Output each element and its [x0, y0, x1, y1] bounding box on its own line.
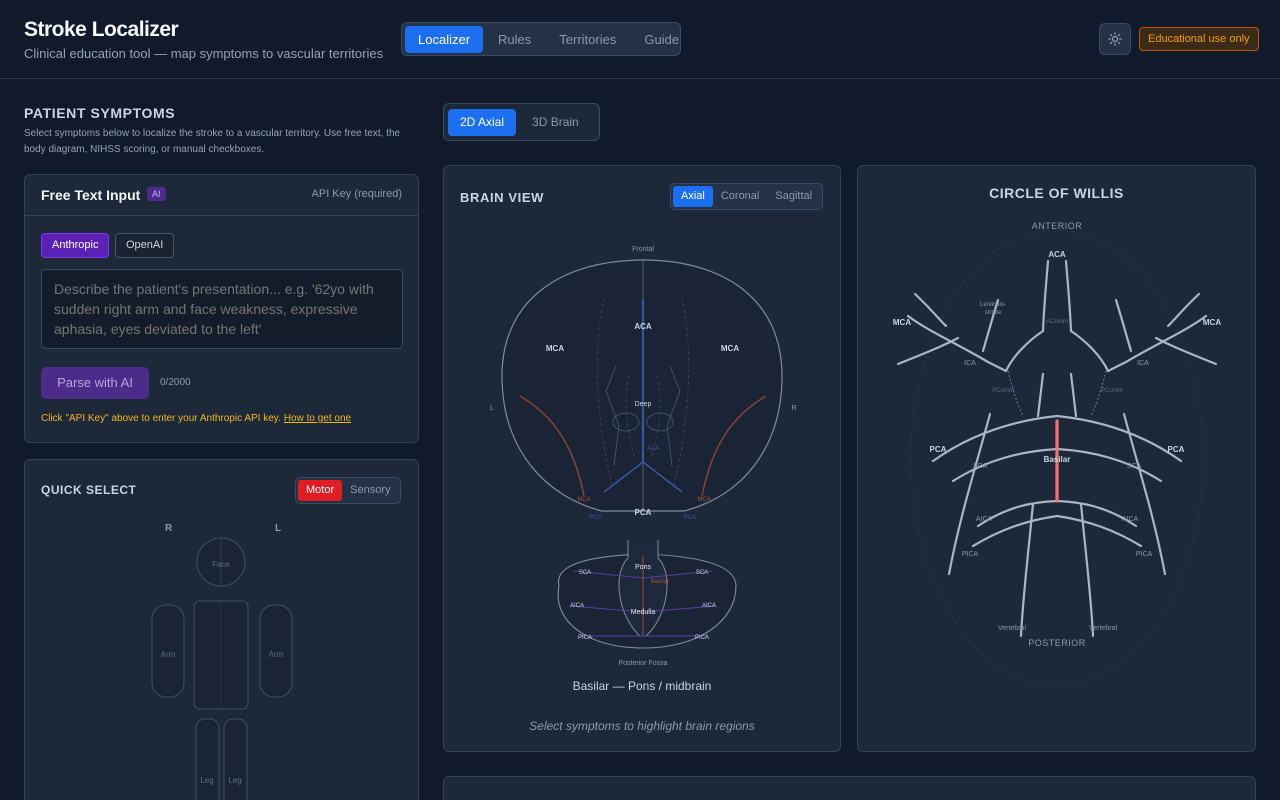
label-aca-small: ACA	[647, 446, 659, 452]
tab-localizer[interactable]: Localizer	[405, 25, 484, 53]
side-right-label: R	[165, 523, 173, 534]
brain-hint: Select symptoms to highlight brain regio…	[529, 719, 755, 733]
label-pons: Pons	[635, 564, 651, 571]
brain-caption: Basilar — Pons / midbrain	[572, 679, 712, 693]
willis-label-pcomm-left: PComm	[992, 388, 1014, 394]
sun-icon	[1108, 32, 1122, 46]
body-leg-right[interactable]	[195, 718, 220, 800]
view-mode-toggle: 2D Axial 3D Brain	[443, 103, 600, 141]
label-pica-left: PICA	[578, 635, 592, 641]
label-pca-small-right: PCA	[684, 515, 696, 521]
label-basilar: Basilar	[651, 579, 669, 585]
quick-select-card: QUICK SELECT Motor Sensory R L Face Arm …	[24, 459, 419, 800]
label-frontal: Frontal	[632, 246, 654, 253]
main-nav: Localizer Rules Territories Guide	[401, 22, 681, 56]
parse-ai-button[interactable]: Parse with AI	[41, 367, 149, 399]
willis-label-lenticulo: Lenticulo-	[980, 302, 1006, 308]
provider-openai-button[interactable]: OpenAI	[115, 233, 175, 258]
willis-label-pca-left: PCA	[930, 445, 947, 454]
label-medulla: Medulla	[631, 609, 656, 616]
willis-label-pica-right: PICA	[1136, 551, 1153, 558]
free-text-title: Free Text Input	[41, 187, 141, 203]
label-mca-small-right: MCA	[697, 497, 710, 503]
label-aica-left: AICA	[570, 603, 584, 609]
educational-badge: Educational use only	[1139, 27, 1259, 51]
willis-label-aca: ACA	[1048, 250, 1066, 259]
label-mca-left: MCA	[546, 344, 564, 353]
mode-motor[interactable]: Motor	[298, 480, 343, 501]
label-right: R	[791, 405, 796, 412]
api-note-text: Click "API Key" above to enter your Anth…	[41, 413, 281, 424]
free-text-header: Free Text Input AI API Key (required)	[25, 175, 418, 216]
label-pca-small-left: PCA	[590, 515, 602, 521]
willis-label-pca-right: PCA	[1168, 445, 1185, 454]
label-pica-right: PICA	[695, 635, 709, 641]
theme-toggle-button[interactable]	[1099, 23, 1131, 55]
willis-label-vertebral-left: Vertebral	[998, 625, 1026, 632]
symptoms-title: PATIENT SYMPTOMS	[24, 105, 176, 121]
free-text-card: Free Text Input AI API Key (required) An…	[24, 174, 419, 443]
body-diagram: R L Face Arm Arm Leg Leg	[151, 523, 293, 800]
willis-label-aica-left: AICA	[976, 516, 993, 523]
willis-label-ica-right: ICA	[1137, 360, 1149, 367]
willis-anterior: ANTERIOR	[1032, 221, 1083, 231]
symptoms-description: Select symptoms below to localize the st…	[24, 128, 401, 155]
willis-label-mca-left: MCA	[893, 318, 911, 327]
leg-left-label: Leg	[228, 776, 241, 785]
view-2d-axial[interactable]: 2D Axial	[448, 108, 517, 136]
label-posterior-fossa: Posterior Fossa	[618, 660, 667, 667]
label-sca-right: SCA	[696, 570, 708, 576]
app-subtitle: Clinical education tool — map symptoms t…	[24, 46, 384, 61]
app-title: Stroke Localizer	[24, 18, 179, 41]
side-left-label: L	[275, 523, 281, 534]
arm-right-label: Arm	[161, 650, 176, 659]
symptom-textarea[interactable]	[41, 269, 403, 349]
willis-label-aica-right: AICA	[1122, 516, 1139, 523]
char-counter: 0/2000	[160, 377, 191, 388]
willis-label-basilar: Basilar	[1044, 455, 1071, 464]
label-sca-left: SCA	[579, 570, 591, 576]
willis-label-acomm: AComm	[1046, 319, 1068, 325]
tab-territories[interactable]: Territories	[546, 26, 629, 53]
label-pca: PCA	[635, 508, 652, 517]
willis-label-sca-right: SCA	[1127, 463, 1142, 470]
tab-guide[interactable]: Guide	[631, 26, 692, 53]
brain-axial-diagram: Frontal ACA MCA MCA Deep ACA MCA MCA PCA…	[490, 246, 796, 667]
label-mca-right: MCA	[721, 344, 739, 353]
mode-sensory[interactable]: Sensory	[342, 480, 398, 501]
brain-view-card: BRAIN VIEW Axial Coronal Sagittal Fronta…	[443, 165, 841, 752]
willis-label-striate: striate	[985, 310, 1002, 316]
how-to-get-link[interactable]: How to get one	[284, 413, 351, 424]
body-leg-left[interactable]	[223, 718, 248, 800]
circle-of-willis-card: CIRCLE OF WILLIS ANTERIOR ACA MCA MCA Le…	[857, 165, 1256, 752]
tab-rules[interactable]: Rules	[485, 26, 544, 53]
willis-label-vertebral-right: Vertebral	[1089, 625, 1117, 632]
motor-sensory-toggle: Motor Sensory	[295, 477, 402, 504]
app-header: Stroke Localizer Clinical education tool…	[0, 0, 1280, 79]
willis-label-pcomm-right: PComm	[1101, 388, 1123, 394]
arm-left-label: Arm	[269, 650, 284, 659]
label-aca: ACA	[634, 322, 652, 331]
willis-diagram: ANTERIOR ACA MCA MCA Lenticulo- striate …	[893, 221, 1221, 687]
leg-right-label: Leg	[200, 776, 213, 785]
face-label: Face	[212, 560, 230, 569]
ai-badge: AI	[147, 187, 166, 201]
willis-label-pica-left: PICA	[962, 551, 979, 558]
willis-label-mca-right: MCA	[1203, 318, 1221, 327]
label-mca-small-left: MCA	[577, 497, 590, 503]
willis-label-ica-left: ICA	[964, 360, 976, 367]
willis-posterior: POSTERIOR	[1028, 638, 1086, 648]
api-note: Click "API Key" above to enter your Anth…	[41, 413, 351, 424]
results-panel	[443, 776, 1256, 800]
label-left: L	[490, 405, 494, 412]
view-3d-brain[interactable]: 3D Brain	[520, 109, 591, 136]
api-key-button[interactable]: API Key (required)	[312, 188, 402, 200]
willis-label-sca-left: SCA	[973, 463, 988, 470]
label-aica-right: AICA	[702, 603, 716, 609]
provider-anthropic-button[interactable]: Anthropic	[41, 233, 110, 258]
label-deep: Deep	[635, 401, 652, 408]
quick-select-title: QUICK SELECT	[41, 483, 137, 497]
